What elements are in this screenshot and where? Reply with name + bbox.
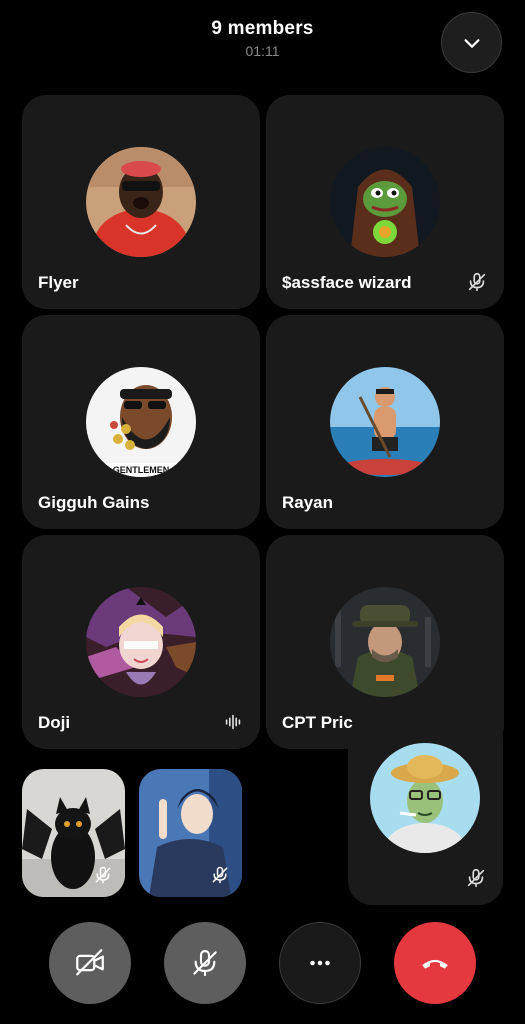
participant-name: Rayan bbox=[282, 493, 334, 512]
avatar: GENTLEMEN bbox=[86, 367, 196, 477]
participant-name: Doji bbox=[38, 713, 71, 732]
mini-participant-tile[interactable] bbox=[22, 769, 125, 897]
speaking-icon bbox=[225, 714, 241, 730]
mic-off-icon bbox=[212, 866, 228, 884]
participant-name: Flyer bbox=[38, 273, 79, 292]
camera-toggle-button[interactable] bbox=[49, 922, 131, 1004]
camera-off-icon bbox=[76, 949, 104, 976]
mic-off-icon bbox=[193, 949, 217, 977]
end-call-icon bbox=[422, 959, 448, 969]
self-view-tile[interactable] bbox=[348, 715, 503, 905]
avatar-caption: GENTLEMEN bbox=[113, 465, 170, 475]
avatar bbox=[86, 587, 196, 697]
more-options-button[interactable] bbox=[279, 922, 361, 1004]
avatar bbox=[330, 367, 440, 477]
collapse-button[interactable] bbox=[441, 12, 502, 73]
participant-name: Gigguh Gains bbox=[38, 493, 150, 512]
participant-tile[interactable]: Doji bbox=[22, 535, 260, 749]
avatar bbox=[330, 587, 440, 697]
mic-toggle-button[interactable] bbox=[164, 922, 246, 1004]
mic-off-icon bbox=[468, 272, 486, 292]
participant-name: $assface wizard bbox=[282, 273, 412, 292]
mic-off-icon bbox=[95, 866, 111, 884]
avatar bbox=[86, 147, 196, 257]
participant-name: CPT Pric bbox=[282, 713, 353, 732]
avatar bbox=[370, 743, 480, 853]
participant-tile[interactable]: Rayan bbox=[266, 315, 504, 529]
participant-tile[interactable]: Flyer bbox=[22, 95, 260, 309]
participant-tile[interactable]: GENTLEMEN Gigguh Gains bbox=[22, 315, 260, 529]
end-call-button[interactable] bbox=[394, 922, 476, 1004]
mic-off-icon bbox=[467, 868, 485, 888]
more-icon bbox=[310, 960, 330, 966]
mini-participant-tile[interactable] bbox=[139, 769, 242, 897]
avatar bbox=[330, 147, 440, 257]
chevron-down-icon bbox=[463, 38, 480, 48]
participant-tile[interactable]: $assface wizard bbox=[266, 95, 504, 309]
